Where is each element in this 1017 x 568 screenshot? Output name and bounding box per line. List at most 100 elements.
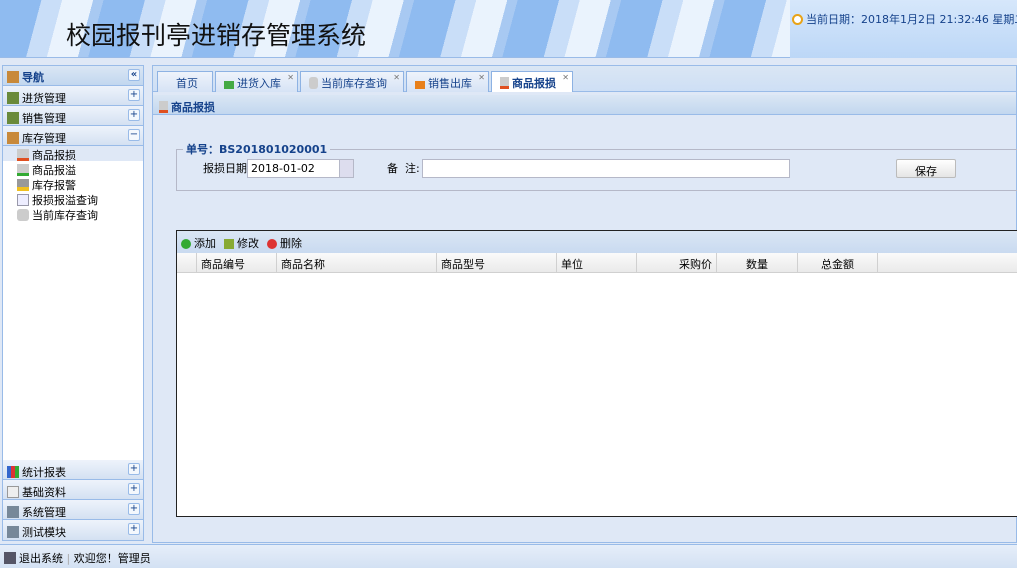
sidebar-item-sales[interactable]: 销售管理 +	[3, 106, 143, 126]
goods-grid: 添加 修改 删除 商品编号 商品名称 商品型号 单位 采购价 数量 总金额	[176, 230, 1017, 517]
expand-icon[interactable]: +	[128, 503, 140, 515]
delete-button[interactable]: 删除	[267, 235, 302, 253]
box-icon	[7, 132, 19, 144]
label: 当前库存查询	[32, 209, 98, 222]
database-icon	[309, 77, 318, 89]
tab-label: 商品报损	[512, 77, 556, 90]
status-bar: 退出系统 | 欢迎您！管理员	[0, 544, 1017, 568]
sidebar-header: 导航 «	[3, 66, 143, 86]
tab-label: 首页	[176, 77, 198, 90]
clock-icon	[792, 14, 803, 25]
order-number: 单号：BS201801020001	[186, 143, 328, 156]
remark-input[interactable]	[422, 159, 790, 178]
close-icon[interactable]: ✕	[478, 73, 485, 82]
grid-header: 商品编号 商品名称 商品型号 单位 采购价 数量 总金额	[177, 253, 1017, 273]
label: 基础资料	[22, 486, 66, 499]
arrow-right-icon	[224, 81, 234, 89]
expand-icon[interactable]: +	[128, 89, 140, 101]
bar-chart-icon	[7, 466, 19, 478]
purchase-icon	[7, 92, 19, 104]
tree-item-alarm[interactable]: 库存报警	[15, 176, 143, 192]
calendar-icon[interactable]	[339, 159, 354, 178]
label: 统计报表	[22, 466, 66, 479]
label: 修改	[237, 237, 259, 250]
date-label: 报损日期:	[203, 162, 251, 175]
column-header[interactable]: 采购价	[637, 253, 717, 272]
tab-purchase-in[interactable]: 进货入库 ✕	[215, 71, 298, 92]
tab-label: 进货入库	[237, 77, 281, 90]
add-icon	[181, 239, 191, 249]
sales-icon	[7, 112, 19, 124]
monitor-icon	[4, 552, 16, 564]
close-icon[interactable]: ✕	[287, 73, 294, 82]
sidebar-title: 导航	[22, 71, 44, 84]
label: 报损报溢查询	[32, 194, 98, 207]
column-header[interactable]: 商品名称	[277, 253, 437, 272]
column-header[interactable]: 数量	[717, 253, 798, 272]
date-input[interactable]: 2018-01-02	[247, 159, 354, 178]
close-icon[interactable]: ✕	[393, 73, 400, 82]
column-header[interactable]: 总金额	[798, 253, 878, 272]
sidebar-item-inventory[interactable]: 库存管理 −	[3, 126, 143, 146]
tab-sales-out[interactable]: 销售出库 ✕	[406, 71, 489, 92]
label: 删除	[280, 237, 302, 250]
label: 库存管理	[22, 132, 66, 145]
sidebar-item-reports[interactable]: 统计报表 +	[3, 460, 143, 480]
save-button[interactable]: 保存	[896, 159, 956, 178]
label: 商品报损	[32, 149, 76, 162]
date-text: 当前日期：2018年1月2日 21:32:46 星期二	[806, 13, 1017, 26]
expand-icon[interactable]: +	[128, 109, 140, 121]
sidebar-item-system[interactable]: 系统管理 +	[3, 500, 143, 520]
delete-icon	[267, 239, 277, 249]
app-title: 校园报刊亭进销存管理系统	[66, 21, 367, 50]
row-number-header	[177, 253, 197, 272]
label: 库存报警	[32, 179, 76, 192]
edit-button[interactable]: 修改	[224, 235, 259, 253]
tree-item-damage[interactable]: 商品报损	[3, 146, 143, 162]
warning-icon	[17, 179, 29, 191]
collapse-sidebar-button[interactable]: «	[128, 69, 140, 81]
document-icon	[7, 486, 19, 498]
label: 系统管理	[22, 506, 66, 519]
label: 进货管理	[22, 92, 66, 105]
tab-damage[interactable]: 商品报损 ✕	[491, 71, 573, 92]
signpost-icon	[7, 71, 19, 83]
sidebar: 导航 « 进货管理 + 销售管理 + 库存管理 − 商品报损 商品报溢 库存报警 报损报…	[2, 65, 144, 541]
tree-item-stock[interactable]: 当前库存查询	[15, 206, 143, 222]
damage-icon	[159, 101, 168, 113]
tab-stock-query[interactable]: 当前库存查询 ✕	[300, 71, 404, 92]
add-button[interactable]: 添加	[181, 235, 216, 253]
sidebar-item-basic-data[interactable]: 基础资料 +	[3, 480, 143, 500]
column-header[interactable]: 商品型号	[437, 253, 557, 272]
current-date: 当前日期：2018年1月2日 21:32:46 星期二	[790, 0, 1017, 58]
tree-item-overflow[interactable]: 商品报溢	[15, 161, 143, 177]
damage-icon	[500, 77, 509, 89]
expand-icon[interactable]: +	[128, 483, 140, 495]
sidebar-item-purchase[interactable]: 进货管理 +	[3, 86, 143, 106]
grid-toolbar: 添加 修改 删除	[177, 231, 1017, 253]
overflow-icon	[17, 164, 29, 176]
close-icon[interactable]: ✕	[562, 73, 569, 82]
label: 测试模块	[22, 526, 66, 539]
panel-header: 商品报损	[153, 95, 1016, 115]
tree-item-query[interactable]: 报损报溢查询	[15, 191, 143, 207]
remark-label: 备 注:	[387, 162, 420, 175]
logout-button[interactable]: 退出系统	[4, 552, 63, 565]
collapse-icon[interactable]: −	[128, 129, 140, 141]
computer-icon	[7, 526, 19, 538]
label: 添加	[194, 237, 216, 250]
sidebar-item-test[interactable]: 测试模块 +	[3, 520, 143, 540]
welcome-text: 欢迎您！管理员	[73, 552, 151, 565]
expand-icon[interactable]: +	[128, 523, 140, 535]
column-header[interactable]: 单位	[557, 253, 637, 272]
tab-label: 当前库存查询	[321, 77, 387, 90]
label: 退出系统	[19, 552, 63, 565]
column-header[interactable]: 商品编号	[197, 253, 277, 272]
search-doc-icon	[17, 194, 29, 206]
database-icon	[17, 209, 29, 221]
label: 销售管理	[22, 112, 66, 125]
tab-home[interactable]: 首页	[157, 71, 213, 92]
expand-icon[interactable]: +	[128, 463, 140, 475]
tab-bar: 首页 进货入库 ✕ 当前库存查询 ✕ 销售出库 ✕ 商品报损 ✕	[153, 66, 1016, 92]
label: 商品报溢	[32, 164, 76, 177]
